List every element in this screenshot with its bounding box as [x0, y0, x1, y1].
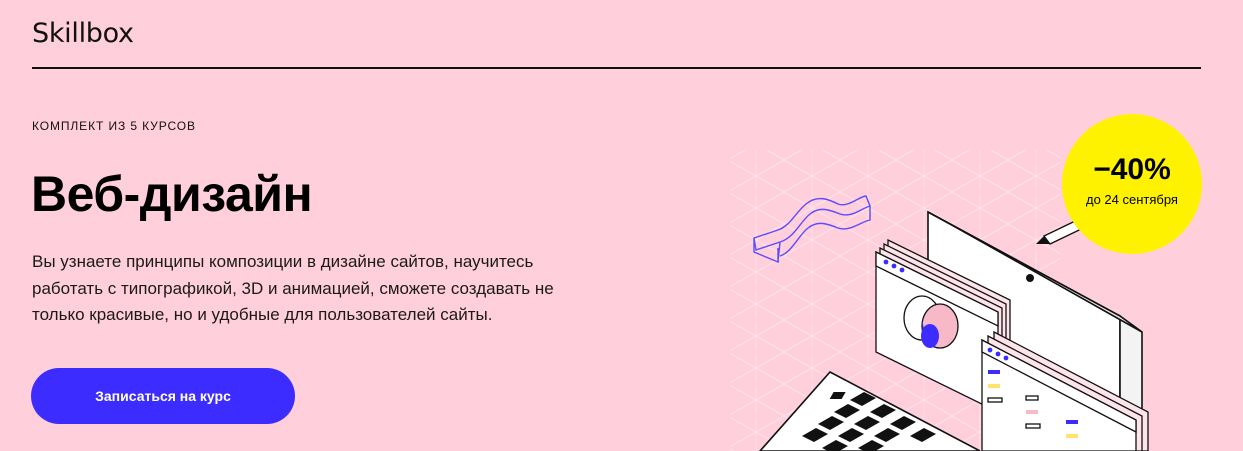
course-bundle-label: КОМПЛЕКТ ИЗ 5 КУРСОВ [32, 119, 196, 133]
enroll-button[interactable]: Записаться на курс [31, 368, 295, 424]
header-divider [32, 67, 1201, 69]
page-title: Веб-дизайн [31, 166, 313, 222]
discount-deadline: до 24 сентября [1086, 192, 1178, 207]
course-description: Вы узнаете принципы композиции в дизайне… [32, 252, 554, 324]
discount-badge: −40% до 24 сентября [1062, 114, 1202, 254]
skillbox-logo[interactable]: Skillbox [32, 18, 134, 49]
discount-percent: −40% [1093, 153, 1171, 186]
